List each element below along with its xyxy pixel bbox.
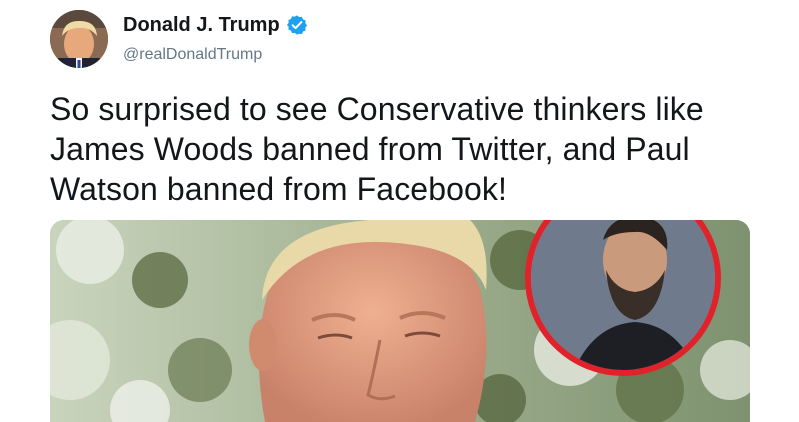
author-avatar[interactable] [50,10,108,68]
author-display-name[interactable]: Donald J. Trump [123,14,280,37]
author-handle[interactable]: @realDonaldTrump [123,46,308,64]
tweet-text-line: Watson banned from Facebook! [50,171,507,207]
tweet: Donald J. Trump @realDonaldTrump So surp… [0,0,799,422]
tweet-text-line: James Woods banned from Twitter, and Pau… [50,131,690,167]
tweet-text-line: So surprised to see Conservative thinker… [50,91,704,127]
author-block: Donald J. Trump @realDonaldTrump [123,12,308,64]
name-row: Donald J. Trump [123,12,308,38]
verified-badge-icon [286,14,308,36]
tweet-media-image[interactable] [50,220,750,422]
tweet-text: So surprised to see Conservative thinker… [50,89,770,209]
